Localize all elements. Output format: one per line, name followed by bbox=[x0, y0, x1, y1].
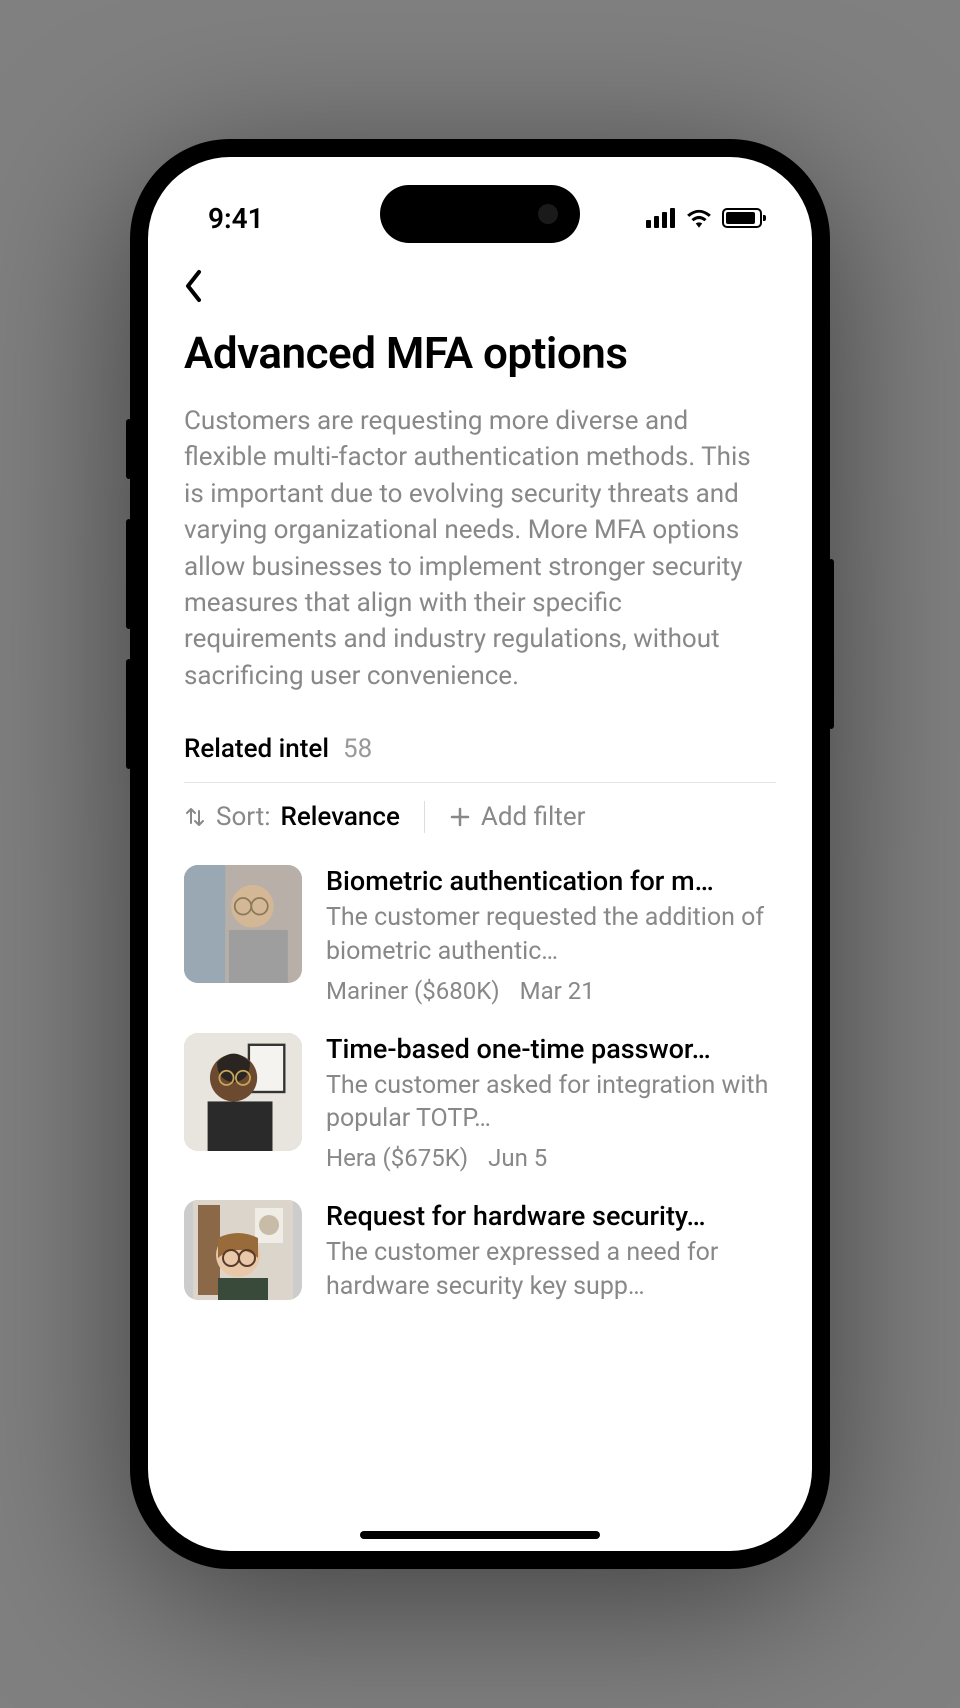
intel-title: Time-based one-time passwor… bbox=[326, 1033, 776, 1065]
avatar bbox=[184, 1033, 302, 1151]
page-title: Advanced MFA options bbox=[184, 327, 776, 379]
intel-meta: Mariner ($680K) Mar 21 bbox=[326, 977, 776, 1005]
battery-icon bbox=[722, 208, 762, 228]
add-filter-button[interactable]: Add filter bbox=[449, 802, 586, 832]
intel-date: Jun 5 bbox=[488, 1144, 547, 1172]
sort-label: Sort: bbox=[216, 802, 271, 832]
status-time: 9:41 bbox=[208, 202, 264, 235]
cellular-signal-icon bbox=[646, 208, 676, 228]
divider bbox=[424, 801, 425, 833]
intel-title: Biometric authentication for m… bbox=[326, 865, 776, 897]
intel-snippet: The customer requested the addition of b… bbox=[326, 901, 776, 969]
plus-icon bbox=[449, 806, 471, 828]
back-button[interactable] bbox=[184, 259, 776, 327]
intel-snippet: The customer expressed a need for hardwa… bbox=[326, 1236, 776, 1304]
sort-arrows-icon bbox=[184, 806, 206, 828]
intel-account: Hera ($675K) bbox=[326, 1144, 468, 1172]
chevron-left-icon bbox=[184, 269, 204, 303]
avatar bbox=[184, 865, 302, 983]
intel-snippet: The customer asked for integration with … bbox=[326, 1069, 776, 1137]
related-intel-count: 58 bbox=[343, 734, 372, 764]
related-intel-header: Related intel 58 bbox=[184, 734, 776, 783]
intel-date: Mar 21 bbox=[520, 977, 595, 1005]
sort-control[interactable]: Sort: Relevance bbox=[184, 802, 400, 832]
list-item[interactable]: Time-based one-time passwor… The custome… bbox=[184, 1033, 776, 1173]
volume-up-button bbox=[126, 519, 132, 629]
sort-value: Relevance bbox=[281, 802, 400, 832]
wifi-icon bbox=[686, 208, 712, 228]
avatar bbox=[184, 1200, 302, 1300]
list-item[interactable]: Biometric authentication for m… The cust… bbox=[184, 865, 776, 1005]
phone-frame: 9:41 bbox=[130, 139, 830, 1569]
power-button bbox=[828, 559, 834, 729]
page-description: Customers are requesting more diverse an… bbox=[184, 403, 776, 694]
status-icons bbox=[646, 208, 762, 228]
screen: 9:41 bbox=[148, 157, 812, 1551]
related-intel-label: Related intel bbox=[184, 734, 329, 764]
add-filter-label: Add filter bbox=[481, 802, 586, 832]
intel-title: Request for hardware security… bbox=[326, 1200, 776, 1232]
intel-meta: Hera ($675K) Jun 5 bbox=[326, 1144, 776, 1172]
list-item[interactable]: Request for hardware security… The custo… bbox=[184, 1200, 776, 1312]
volume-down-button bbox=[126, 659, 132, 769]
intel-account: Mariner ($680K) bbox=[326, 977, 500, 1005]
home-indicator[interactable] bbox=[360, 1531, 600, 1539]
dynamic-island bbox=[380, 185, 580, 243]
silent-switch bbox=[126, 419, 132, 479]
filter-bar: Sort: Relevance Add filter bbox=[184, 801, 776, 833]
intel-list: Biometric authentication for m… The cust… bbox=[184, 865, 776, 1312]
